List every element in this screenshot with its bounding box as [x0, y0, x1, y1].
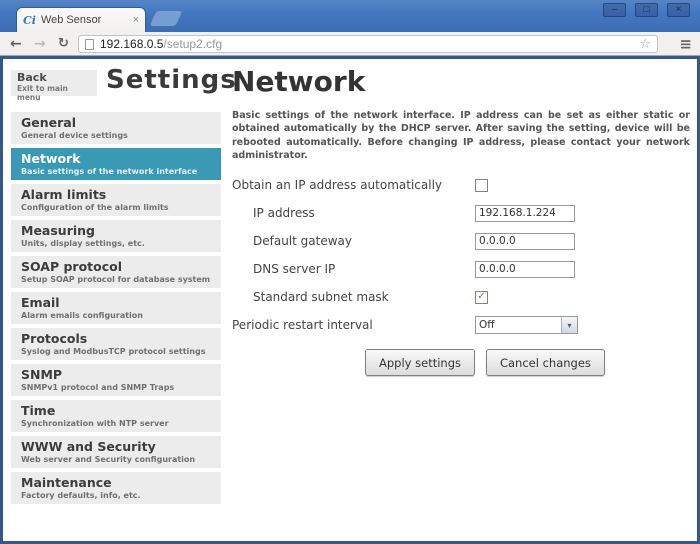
url-host: 192.168.0.5 [100, 37, 163, 51]
minimize-button[interactable]: – [603, 3, 626, 17]
tab-title: Web Sensor [41, 14, 129, 26]
menu-item-subtitle: Configuration of the alarm limits [21, 203, 211, 212]
restart-interval-value: Off [476, 319, 561, 331]
network-settings-panel: Network Basic settings of the network in… [232, 65, 690, 376]
sidebar-item-alarm-limits[interactable]: Alarm limits Configuration of the alarm … [11, 184, 221, 216]
sidebar-item-soap-protocol[interactable]: SOAP protocol Setup SOAP protocol for da… [11, 256, 221, 288]
sidebar-item-maintenance[interactable]: Maintenance Factory defaults, info, etc. [11, 472, 221, 504]
settings-page: Back Exit to main menu Settings General … [0, 56, 700, 544]
reload-icon[interactable]: ↻ [58, 35, 69, 53]
new-tab-button[interactable] [150, 11, 183, 26]
sidebar-item-snmp[interactable]: SNMP SNMPv1 protocol and SNMP Traps [11, 364, 221, 396]
page-description: Basic settings of the network interface.… [232, 109, 690, 162]
menu-item-title: Protocols [21, 332, 211, 346]
menu-item-title: Time [21, 404, 211, 418]
sidebar-item-time[interactable]: Time Synchronization with NTP server [11, 400, 221, 432]
menu-item-title: SOAP protocol [21, 260, 211, 274]
menu-item-title: Alarm limits [21, 188, 211, 202]
form-buttons: Apply settings Cancel changes [365, 349, 690, 376]
dhcp-label: Obtain an IP address automatically [232, 178, 475, 192]
restart-interval-select[interactable]: Off ▾ [475, 316, 578, 334]
back-to-main-menu-button[interactable]: Back Exit to main menu [11, 70, 97, 96]
menu-item-title: Maintenance [21, 476, 211, 490]
network-form: Obtain an IP address automatically IP ad… [232, 171, 690, 376]
menu-item-title: Email [21, 296, 211, 310]
default-gateway-input[interactable] [475, 233, 575, 250]
forward-icon: → [34, 35, 46, 53]
subnet-mask-checkbox[interactable]: ✓ [475, 291, 488, 304]
form-row-dns: DNS server IP [232, 255, 690, 283]
dns-server-label: DNS server IP [232, 262, 475, 276]
sidebar-item-www-and-security[interactable]: WWW and Security Web server and Security… [11, 436, 221, 468]
menu-item-subtitle: Web server and Security configuration [21, 455, 211, 464]
window-controls: – □ × [603, 3, 690, 17]
back-icon[interactable]: ← [10, 35, 22, 53]
menu-item-subtitle: Syslog and ModbusTCP protocol settings [21, 347, 211, 356]
dns-server-input[interactable] [475, 261, 575, 278]
menu-item-subtitle: General device settings [21, 131, 211, 140]
page-title: Network [232, 65, 690, 99]
menu-item-title: Measuring [21, 224, 211, 238]
sidebar-item-network[interactable]: Network Basic settings of the network in… [11, 148, 221, 180]
form-row-dhcp: Obtain an IP address automatically [232, 171, 690, 199]
cancel-changes-button[interactable]: Cancel changes [486, 349, 605, 376]
back-button-title: Back [17, 72, 91, 84]
settings-menu: General General device settings Network … [11, 112, 221, 508]
dhcp-checkbox[interactable] [475, 179, 488, 192]
menu-item-subtitle: Factory defaults, info, etc. [21, 491, 211, 500]
menu-item-subtitle: Synchronization with NTP server [21, 419, 211, 428]
chevron-down-icon: ▾ [561, 317, 577, 333]
tab-close-icon[interactable]: × [133, 14, 139, 26]
sidebar-item-protocols[interactable]: Protocols Syslog and ModbusTCP protocol … [11, 328, 221, 360]
menu-item-subtitle: Units, display settings, etc. [21, 239, 211, 248]
ip-address-label: IP address [232, 206, 475, 220]
menu-item-title: SNMP [21, 368, 211, 382]
address-bar[interactable]: 192.168.0.5/setup2.cfg ☆ [78, 35, 658, 53]
menu-item-subtitle: SNMPv1 protocol and SNMP Traps [21, 383, 211, 392]
back-button-subtitle: Exit to main menu [17, 84, 91, 102]
form-row-gateway: Default gateway [232, 227, 690, 255]
bookmark-star-icon[interactable]: ☆ [639, 38, 651, 51]
menu-item-subtitle: Setup SOAP protocol for database system [21, 275, 211, 284]
page-icon [85, 39, 94, 50]
restart-interval-label: Periodic restart interval [232, 318, 475, 332]
menu-item-title: Network [21, 152, 211, 166]
ip-address-input[interactable] [475, 205, 575, 222]
sidebar-item-general[interactable]: General General device settings [11, 112, 221, 144]
menu-item-subtitle: Basic settings of the network interface [21, 167, 211, 176]
web-sensor-favicon-icon: Ci [23, 15, 36, 26]
browser-menu-icon[interactable]: ≡ [679, 35, 692, 53]
url-text[interactable]: 192.168.0.5/setup2.cfg [100, 37, 639, 51]
default-gateway-label: Default gateway [232, 234, 475, 248]
apply-settings-button[interactable]: Apply settings [365, 349, 475, 376]
menu-item-title: General [21, 116, 211, 130]
subnet-mask-label: Standard subnet mask [232, 290, 475, 304]
url-path: /setup2.cfg [163, 37, 222, 51]
browser-tab-web-sensor[interactable]: Ci Web Sensor × [16, 7, 146, 32]
form-row-ip: IP address [232, 199, 690, 227]
browser-titlebar: Ci Web Sensor × – □ × [0, 0, 700, 32]
menu-item-subtitle: Alarm emails configuration [21, 311, 211, 320]
sidebar-item-email[interactable]: Email Alarm emails configuration [11, 292, 221, 324]
close-window-button[interactable]: × [667, 3, 690, 17]
form-row-subnet: Standard subnet mask ✓ [232, 283, 690, 311]
settings-heading: Settings [106, 65, 237, 95]
sidebar-item-measuring[interactable]: Measuring Units, display settings, etc. [11, 220, 221, 252]
maximize-button[interactable]: □ [635, 3, 658, 17]
browser-toolbar: ← → ↻ 192.168.0.5/setup2.cfg ☆ ≡ [0, 32, 700, 56]
form-row-restart: Periodic restart interval Off ▾ [232, 311, 690, 339]
menu-item-title: WWW and Security [21, 440, 211, 454]
